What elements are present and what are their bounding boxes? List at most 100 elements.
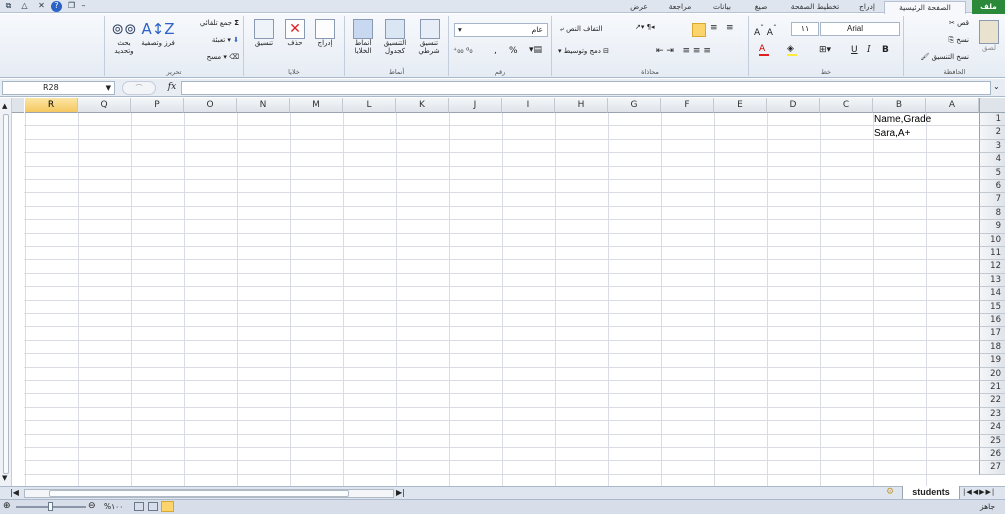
wrap-text-button[interactable]: ⤶ التفاف النص bbox=[560, 25, 602, 34]
row-header-11[interactable]: 11 bbox=[979, 247, 1005, 261]
vertical-scrollbar[interactable]: ▲ ▼ bbox=[0, 98, 12, 486]
name-box-dropdown-icon[interactable]: ▼ bbox=[106, 82, 111, 94]
column-header-m[interactable]: M bbox=[290, 98, 343, 113]
format-painter-button[interactable]: 🖌 نسخ التنسيق bbox=[920, 53, 969, 61]
horizontal-scroll-thumb[interactable] bbox=[49, 490, 349, 497]
row-header-16[interactable]: 16 bbox=[979, 314, 1005, 328]
delete-cells-button[interactable]: ✕ حذف bbox=[280, 19, 310, 47]
page-layout-view-icon[interactable] bbox=[148, 502, 158, 511]
fx-icon[interactable]: fx bbox=[165, 81, 179, 95]
row-header-7[interactable]: 7 bbox=[979, 193, 1005, 207]
grow-shrink-font-buttons[interactable]: Aˇ Aˆ bbox=[754, 24, 777, 38]
window-min-icon[interactable]: – bbox=[78, 1, 89, 12]
merge-center-button[interactable]: ▾ دمج وتوسيط ⊟ bbox=[558, 47, 609, 55]
row-header-20[interactable]: 20 bbox=[979, 367, 1005, 381]
zoom-level[interactable]: %١٠٠ bbox=[104, 502, 123, 511]
row-header-26[interactable]: 26 bbox=[979, 448, 1005, 462]
italic-button[interactable]: I bbox=[867, 45, 871, 55]
row-header-21[interactable]: 21 bbox=[979, 381, 1005, 395]
decimal-buttons[interactable]: ⁺₀₀ ⁰₀ bbox=[453, 46, 473, 55]
row-header-15[interactable]: 15 bbox=[979, 300, 1005, 314]
h-scroll-right-icon[interactable]: ▶| bbox=[396, 488, 405, 497]
sheet-tab-students[interactable]: students bbox=[902, 486, 960, 500]
column-header-c[interactable]: C bbox=[820, 98, 873, 113]
tab-file[interactable]: ملف bbox=[972, 0, 1005, 14]
column-header-q[interactable]: Q bbox=[78, 98, 131, 113]
row-header-4[interactable]: 4 bbox=[979, 153, 1005, 167]
row-header-22[interactable]: 22 bbox=[979, 394, 1005, 408]
help-icon[interactable]: ? bbox=[51, 1, 62, 12]
tab-insert[interactable]: إدراج bbox=[852, 1, 882, 13]
name-box[interactable]: R28 ▼ bbox=[2, 81, 115, 95]
column-header-h[interactable]: H bbox=[555, 98, 608, 113]
number-format-dropdown[interactable]: ▾ عام bbox=[454, 23, 548, 37]
minimize-ribbon-icon[interactable]: △ bbox=[19, 1, 30, 12]
row-header-3[interactable]: 3 bbox=[979, 139, 1005, 154]
h-scroll-left-icon[interactable]: |◀ bbox=[10, 488, 19, 497]
scroll-up-icon[interactable]: ▲ bbox=[2, 102, 7, 110]
clear-button[interactable]: مسح ▾ ⌫ bbox=[207, 53, 239, 61]
column-header-p[interactable]: P bbox=[131, 98, 184, 113]
align-buttons[interactable]: ⇤ ⇥ ≡ ≡ ≡ bbox=[656, 46, 711, 56]
column-header-b[interactable]: B bbox=[873, 98, 926, 113]
select-all-corner[interactable] bbox=[979, 98, 1005, 113]
formula-input[interactable] bbox=[181, 81, 991, 95]
align-bottom-icon[interactable]: ≡ bbox=[726, 23, 734, 33]
conditional-format-button[interactable]: تنسيق شرطي bbox=[411, 19, 447, 55]
row-header-19[interactable]: 19 bbox=[979, 354, 1005, 368]
split-box[interactable] bbox=[12, 98, 24, 113]
tab-page-layout[interactable]: تخطيط الصفحة bbox=[784, 1, 846, 13]
column-header-g[interactable]: G bbox=[608, 98, 661, 113]
cell-b2[interactable]: Sara,A+ bbox=[874, 127, 910, 140]
row-header-25[interactable]: 25 bbox=[979, 434, 1005, 448]
font-size-dropdown[interactable]: ١١ bbox=[791, 22, 819, 36]
font-name-dropdown[interactable]: Arial bbox=[820, 22, 900, 36]
column-header-j[interactable]: J bbox=[449, 98, 502, 113]
align-top-button[interactable] bbox=[692, 23, 706, 37]
column-header-f[interactable]: F bbox=[661, 98, 714, 113]
normal-view-icon[interactable] bbox=[161, 501, 174, 512]
bold-button[interactable]: B bbox=[882, 45, 889, 55]
row-header-5[interactable]: 5 bbox=[979, 166, 1005, 180]
vertical-scroll-thumb[interactable] bbox=[3, 114, 9, 474]
comma-button[interactable]: , bbox=[494, 46, 497, 56]
zoom-slider-thumb[interactable] bbox=[48, 502, 53, 511]
percent-button[interactable]: % bbox=[509, 46, 518, 56]
horizontal-scrollbar[interactable] bbox=[24, 489, 394, 498]
insert-sheet-icon[interactable]: ⚙ bbox=[886, 487, 894, 497]
column-header-a[interactable]: A bbox=[926, 98, 979, 113]
formula-cancel-enter[interactable]: ⌒ bbox=[122, 81, 156, 95]
row-header-12[interactable]: 12 bbox=[979, 260, 1005, 274]
scroll-down-icon[interactable]: ▼ bbox=[2, 474, 7, 482]
paste-button[interactable]: لصق bbox=[976, 20, 1002, 52]
font-color-icon[interactable]: A bbox=[759, 44, 769, 56]
column-header-d[interactable]: D bbox=[767, 98, 820, 113]
row-header-2[interactable]: 2 bbox=[979, 126, 1005, 140]
cut-button[interactable]: ✂ قص bbox=[949, 19, 969, 27]
column-header-k[interactable]: K bbox=[396, 98, 449, 113]
row-header-10[interactable]: 10 bbox=[979, 233, 1005, 247]
sheet-nav-icons[interactable]: |◀◀▶▶| bbox=[963, 488, 995, 496]
align-middle-icon[interactable]: ≡ bbox=[710, 23, 718, 33]
row-header-8[interactable]: 8 bbox=[979, 206, 1005, 221]
zoom-out-icon[interactable]: ⊖ bbox=[88, 501, 96, 511]
cell-styles-button[interactable]: أنماط الخلايا bbox=[347, 19, 379, 55]
format-cells-button[interactable]: تنسيق bbox=[248, 19, 280, 47]
text-direction-icon[interactable]: ↗▾ ¶◂ bbox=[635, 23, 655, 31]
window-close-icon[interactable]: ✕ bbox=[36, 1, 47, 12]
tab-review[interactable]: مراجعة bbox=[662, 1, 698, 13]
column-header-i[interactable]: I bbox=[502, 98, 555, 113]
row-header-6[interactable]: 6 bbox=[979, 180, 1005, 194]
row-header-24[interactable]: 24 bbox=[979, 421, 1005, 435]
page-break-view-icon[interactable] bbox=[134, 502, 144, 511]
tab-view[interactable]: عرض bbox=[624, 1, 654, 13]
row-header-1[interactable]: 1 bbox=[979, 113, 1005, 127]
row-header-23[interactable]: 23 bbox=[979, 407, 1005, 422]
insert-cells-button[interactable]: إدراج bbox=[310, 19, 340, 47]
zoom-in-icon[interactable]: ⊕ bbox=[3, 501, 11, 511]
row-header-27[interactable]: 27 bbox=[979, 461, 1005, 475]
expand-formula-icon[interactable]: ⌄ bbox=[993, 82, 1000, 91]
restore-icon[interactable]: ⧉ bbox=[3, 1, 14, 12]
column-header-r[interactable]: R bbox=[25, 98, 78, 113]
column-header-o[interactable]: O bbox=[184, 98, 237, 113]
